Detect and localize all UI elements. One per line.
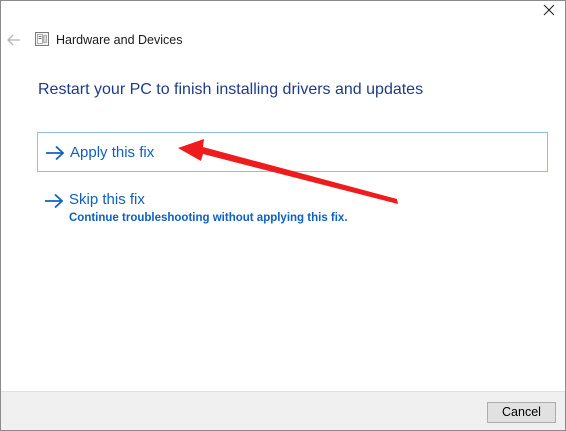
apply-fix-label: Apply this fix <box>70 144 155 161</box>
skip-fix-label: Skip this fix <box>69 191 145 208</box>
close-icon <box>543 4 555 16</box>
arrow-right-icon <box>45 193 64 209</box>
close-button[interactable] <box>535 1 563 21</box>
troubleshooter-window: Hardware and Devices Restart your PC to … <box>0 0 566 431</box>
back-button[interactable] <box>5 31 23 49</box>
skip-fix-description: Continue troubleshooting without applyin… <box>69 212 348 224</box>
arrow-right-icon <box>46 145 65 161</box>
back-arrow-icon <box>7 34 20 46</box>
skip-fix-option[interactable]: Skip this fix Continue troubleshooting w… <box>37 185 548 231</box>
apply-fix-option[interactable]: Apply this fix <box>37 132 548 172</box>
page-heading: Restart your PC to finish installing dri… <box>38 81 424 98</box>
window-title: Hardware and Devices <box>56 33 183 47</box>
cancel-button[interactable]: Cancel <box>487 402 556 423</box>
footer-bar: Cancel <box>1 391 565 430</box>
troubleshooter-icon <box>35 32 49 46</box>
